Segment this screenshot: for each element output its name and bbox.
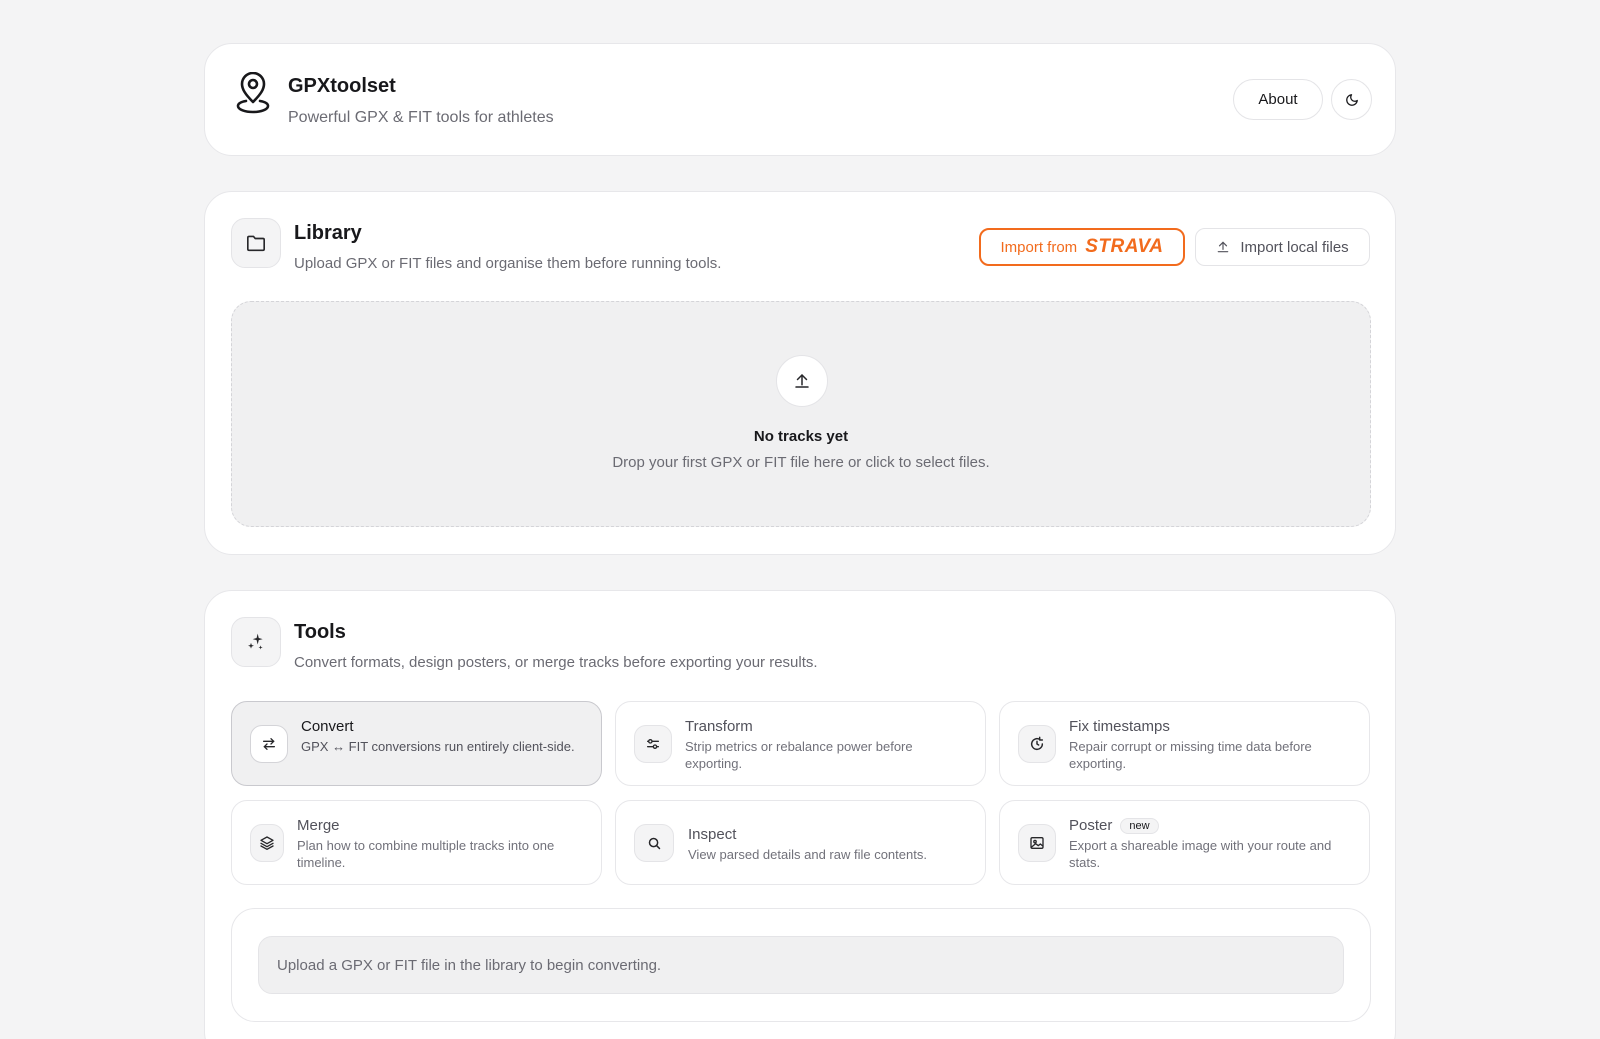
theme-toggle-button[interactable] — [1331, 79, 1372, 120]
import-from-strava-button[interactable]: Import from STRAVA — [979, 228, 1185, 266]
image-icon — [1029, 835, 1045, 851]
tool-inspect-description: View parsed details and raw file content… — [688, 847, 927, 862]
app-header: GPXtoolset Powerful GPX & FIT tools for … — [204, 43, 1396, 156]
sparkles-icon — [246, 632, 266, 652]
library-section: Library Upload GPX or FIT files and orga… — [204, 191, 1396, 555]
tools-icon-tile — [231, 617, 281, 667]
dropzone-subtitle: Drop your first GPX or FIT file here or … — [612, 454, 990, 471]
tool-fix-timestamps[interactable]: Fix timestamps Repair corrupt or missing… — [999, 701, 1370, 786]
tool-transform-description: Strip metrics or rebalance power before … — [685, 739, 913, 771]
tool-merge-name: Merge — [297, 817, 340, 834]
tool-merge[interactable]: Merge Plan how to combine multiple track… — [231, 800, 602, 885]
tool-inspect-icon-tile — [634, 824, 674, 862]
tool-transform[interactable]: Transform Strip metrics or rebalance pow… — [615, 701, 986, 786]
tool-convert-name: Convert — [301, 718, 354, 735]
tool-poster-name: Poster — [1069, 817, 1113, 834]
arrows-swap-icon — [261, 736, 277, 752]
about-button[interactable]: About — [1233, 79, 1323, 120]
app-subtitle: Powerful GPX & FIT tools for athletes — [288, 109, 554, 126]
file-dropzone[interactable]: No tracks yet Drop your first GPX or FIT… — [231, 301, 1371, 527]
tool-poster-icon-tile — [1018, 824, 1056, 862]
library-subtitle: Upload GPX or FIT files and organise the… — [294, 255, 722, 272]
search-icon — [647, 836, 662, 851]
strava-button-label: Import from — [1000, 238, 1078, 256]
sliders-icon — [645, 736, 661, 752]
strava-logo: STRAVA — [1085, 236, 1164, 257]
tool-poster[interactable]: Poster new Export a shareable image with… — [999, 800, 1370, 885]
moon-icon — [1345, 93, 1359, 107]
upload-icon — [1216, 240, 1230, 254]
folder-icon — [246, 234, 266, 252]
library-icon-tile — [231, 218, 281, 268]
tools-title: Tools — [294, 621, 346, 643]
tool-panel: Upload a GPX or FIT file in the library … — [231, 908, 1371, 1022]
import-local-files-button[interactable]: Import local files — [1195, 228, 1370, 266]
tool-fix-timestamps-name: Fix timestamps — [1069, 718, 1170, 735]
tool-inspect[interactable]: Inspect View parsed details and raw file… — [615, 800, 986, 885]
tool-fix-timestamps-icon-tile — [1018, 725, 1056, 763]
clock-refresh-icon — [1029, 736, 1045, 752]
library-title: Library — [294, 222, 362, 244]
upload-icon — [793, 372, 811, 390]
tool-convert-icon-tile — [250, 725, 288, 763]
new-badge: new — [1120, 817, 1159, 834]
layers-icon — [259, 835, 275, 851]
tool-status-message: Upload a GPX or FIT file in the library … — [258, 936, 1344, 994]
tool-fix-timestamps-description: Repair corrupt or missing time data befo… — [1069, 739, 1312, 771]
tool-convert-description: GPX ↔ FIT conversions run entirely clien… — [301, 739, 575, 754]
tool-transform-name: Transform — [685, 718, 753, 735]
map-pin-icon — [235, 72, 271, 114]
tool-convert[interactable]: Convert GPX ↔ FIT conversions run entire… — [231, 701, 602, 786]
tool-merge-description: Plan how to combine multiple tracks into… — [297, 838, 555, 870]
tool-transform-icon-tile — [634, 725, 672, 763]
app-title: GPXtoolset — [288, 75, 396, 97]
tools-subtitle: Convert formats, design posters, or merg… — [294, 654, 818, 671]
tool-merge-icon-tile — [250, 824, 284, 862]
dropzone-upload-icon-tile — [776, 355, 828, 407]
tool-poster-description: Export a shareable image with your route… — [1069, 838, 1332, 870]
dropzone-title: No tracks yet — [753, 428, 849, 445]
tools-section: Tools Convert formats, design posters, o… — [204, 590, 1396, 1039]
import-local-files-label: Import local files — [1240, 238, 1349, 256]
tool-inspect-name: Inspect — [688, 826, 737, 843]
